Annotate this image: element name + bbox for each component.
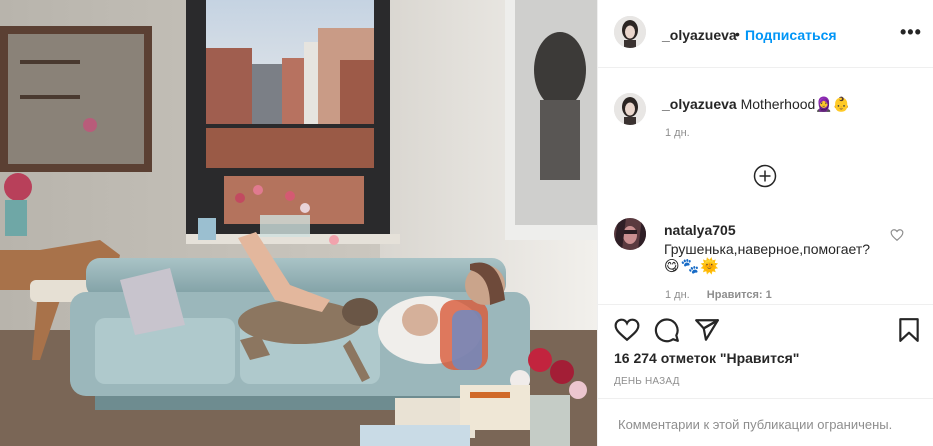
post-date[interactable]: ДЕНЬ НАЗАД	[614, 376, 680, 387]
comment-emoji-1: 😋	[664, 258, 680, 275]
post-photo[interactable]	[0, 0, 597, 446]
comment-heart-icon[interactable]	[890, 228, 904, 242]
caption-avatar[interactable]	[614, 93, 646, 125]
author-avatar[interactable]	[614, 16, 646, 48]
commenter-username[interactable]: natalya705	[664, 222, 736, 238]
heart-icon[interactable]	[614, 317, 640, 343]
commenter-avatar[interactable]	[614, 218, 646, 250]
actions-divider	[598, 304, 933, 305]
follow-button[interactable]: Подписаться	[745, 27, 837, 43]
comment-emoji-3: 🌞	[700, 258, 720, 275]
comments-footer: Комментарии к этой публикации ограничены…	[598, 398, 933, 446]
caption-username[interactable]: _olyazueva	[662, 96, 737, 112]
comment-icon[interactable]	[654, 317, 680, 343]
plus-circle-icon[interactable]	[753, 164, 777, 188]
share-icon[interactable]	[694, 317, 720, 343]
caption-text: Motherhood	[740, 96, 816, 112]
comment-likes[interactable]: Нравится: 1	[707, 289, 772, 301]
caption-timestamp[interactable]: 1 дн.	[665, 127, 690, 139]
comment-text: Грушенька,наверное,помогает?	[664, 241, 871, 257]
header-separator: •	[735, 26, 740, 42]
comment-meta: 1 дн. Нравится: 1	[665, 289, 786, 301]
comment-emoji-2: 🐾	[680, 258, 700, 275]
more-icon[interactable]: •••	[900, 22, 922, 43]
post-panel: _olyazueva • Подписаться ••• _olyazueva …	[597, 0, 933, 446]
author-username[interactable]: _olyazueva	[662, 27, 737, 43]
caption-emoji: 🧕👶	[815, 96, 851, 112]
caption: _olyazueva Motherhood🧕👶	[662, 96, 850, 113]
comment-emoji: 😋 🐾 🌞	[664, 257, 719, 275]
post-header: _olyazueva • Подписаться •••	[598, 0, 933, 68]
living-room-photo	[0, 0, 597, 446]
likes-count[interactable]: 16 274 отметок "Нравится"	[614, 350, 799, 366]
bookmark-icon[interactable]	[896, 317, 922, 343]
comment-timestamp[interactable]: 1 дн.	[665, 289, 690, 301]
comments-disabled-notice: Комментарии к этой публикации ограничены…	[618, 417, 893, 432]
